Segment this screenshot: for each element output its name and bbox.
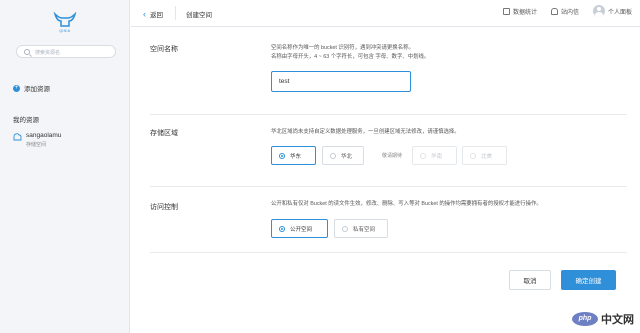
chart-icon [502, 7, 510, 15]
region-label: 存储区域 [150, 130, 178, 137]
search-placeholder: 搜索资源名 [35, 50, 61, 56]
php-cn-watermark: php 中文网 [572, 311, 634, 327]
back-label: 返回 [150, 12, 163, 19]
bucket-name-desc-2: 名称由字母开头，4 ~ 63 个字符长，可包含 字母、数字、中划线。 [271, 54, 430, 60]
region-south-label: 华南 [431, 153, 443, 160]
profile-label: 个人面板 [607, 9, 632, 16]
bucket-name-input[interactable]: test [271, 71, 411, 92]
region-option-na: 北美 [462, 146, 507, 165]
chevron-left-icon: ‹ [143, 8, 146, 19]
search-input[interactable]: 搜索资源名 [16, 45, 116, 58]
add-resource-button[interactable]: + 添加资源 [13, 83, 50, 93]
radio-icon [470, 152, 476, 159]
my-resources-heading: 我的资源 [13, 117, 39, 124]
profile-link[interactable]: 个人面板 [592, 5, 632, 17]
cloud-storage-icon [13, 133, 22, 141]
radio-icon [420, 152, 426, 159]
section-divider [150, 186, 627, 187]
stats-label: 数据统计 [512, 9, 537, 16]
logo-text: QINIU [59, 29, 71, 33]
messages-link[interactable]: 站内信 [550, 7, 579, 16]
region-option-east[interactable]: 华东 [271, 146, 316, 165]
sidebar-item-bucket[interactable]: sangaolamu 存储空间 [13, 132, 61, 148]
region-option-south: 华南 [412, 146, 457, 165]
bucket-name: sangaolamu [26, 132, 62, 139]
cancel-button[interactable]: 取消 [509, 270, 551, 290]
region-option-north[interactable]: 华北 [322, 146, 364, 165]
top-right-nav: 数据统计 站内信 个人面板 [502, 5, 632, 17]
region-na-label: 北美 [481, 153, 493, 160]
region-north-label: 华北 [341, 153, 353, 160]
radio-icon [330, 152, 336, 159]
coming-soon-label: 敬请期待 [382, 153, 403, 159]
breadcrumb: 创建空间 [186, 12, 212, 19]
bell-icon [550, 7, 558, 15]
sidebar: QINIU 搜索资源名 + 添加资源 我的资源 sangaolamu 存储空间 [0, 0, 130, 333]
access-option-public[interactable]: 公开空间 [271, 219, 328, 238]
section-divider [150, 252, 627, 253]
radio-icon [279, 225, 285, 232]
messages-label: 站内信 [560, 9, 579, 16]
section-divider [150, 114, 627, 115]
access-public-label: 公开空间 [290, 226, 313, 233]
create-button[interactable]: 确定创建 [561, 270, 616, 290]
access-private-label: 私有空间 [353, 226, 376, 233]
stats-link[interactable]: 数据统计 [502, 7, 537, 16]
top-bar: ‹ 返回 创建空间 数据统计 站内信 个人面板 [131, 0, 640, 27]
access-desc: 公开和私有仅对 Bucket 的读文件生效，修改、删除、写入等对 Bucket … [271, 201, 542, 207]
access-option-private[interactable]: 私有空间 [334, 219, 388, 238]
qiniu-logo[interactable]: QINIU [52, 11, 78, 34]
avatar [592, 5, 605, 17]
back-button[interactable]: ‹ 返回 [143, 9, 163, 19]
region-east-label: 华东 [290, 153, 302, 160]
plus-circle-icon: + [13, 84, 20, 92]
php-logo: php [572, 312, 598, 326]
region-desc: 华北区域尚未支持自定义数据处理服务，一旦创建区域无法修改，请谨慎选择。 [271, 129, 460, 135]
cow-logo-icon [53, 11, 77, 27]
radio-icon [279, 152, 285, 159]
access-label: 访问控制 [150, 204, 178, 211]
search-icon [24, 49, 30, 55]
add-resource-label: 添加资源 [24, 86, 50, 93]
radio-icon [342, 225, 348, 232]
watermark-text: 中文网 [601, 314, 634, 326]
divider [175, 6, 176, 20]
bucket-name-desc-1: 空间名称作为唯一的 bucket 识别符，遇到冲突请更换名称。 [271, 45, 414, 51]
bucket-name-label: 空间名称 [150, 46, 178, 53]
bucket-type: 存储空间 [26, 142, 47, 148]
